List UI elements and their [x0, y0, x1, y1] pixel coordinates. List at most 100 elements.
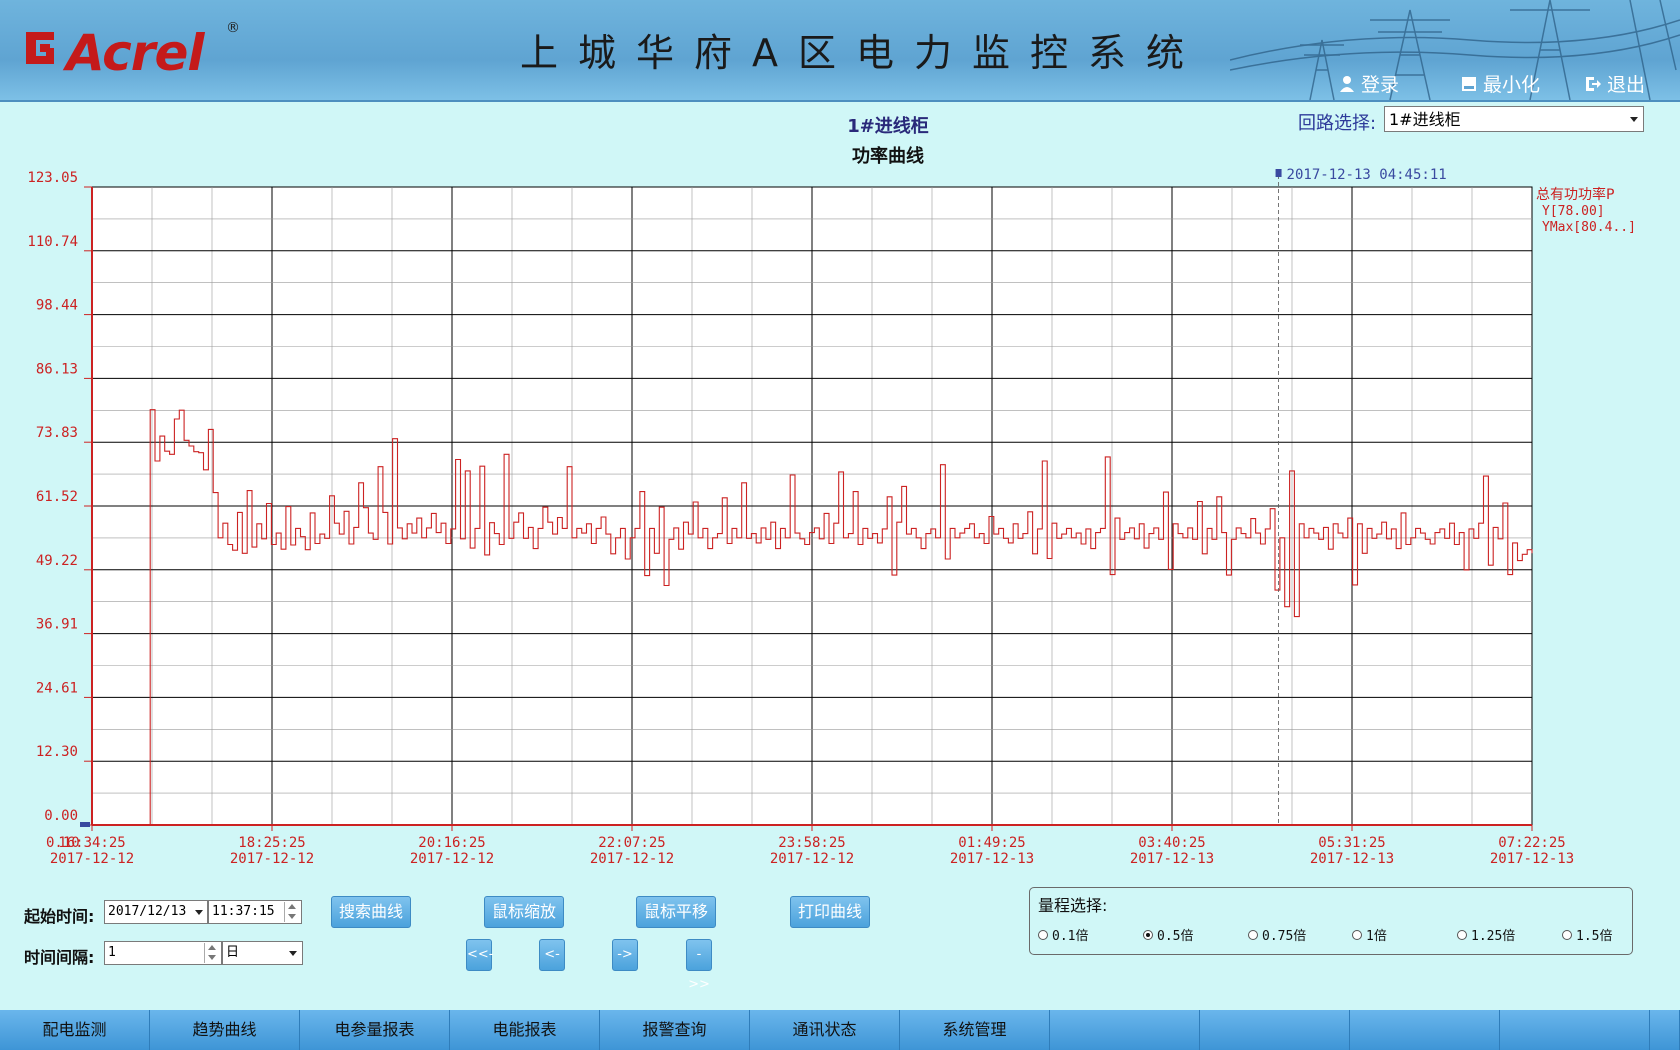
chevron-down-icon: [195, 910, 203, 915]
minimize-label: 最小化: [1483, 74, 1541, 96]
tab-param-report[interactable]: 电参量报表: [300, 1010, 450, 1050]
spinner-down-icon[interactable]: [288, 914, 296, 919]
logo-text: Acrel: [66, 24, 205, 82]
tab-distribution-monitor[interactable]: 配电监测: [0, 1010, 150, 1050]
print-curve-button[interactable]: 打印曲线: [790, 896, 870, 928]
start-date-input[interactable]: 2017/12/13: [104, 900, 208, 924]
tab-empty[interactable]: [1650, 1010, 1680, 1050]
legend-series-name: 总有功功率P: [1536, 186, 1614, 203]
interval-input[interactable]: 1: [104, 941, 222, 965]
tab-trend-curve[interactable]: 趋势曲线: [150, 1010, 300, 1050]
range-option-label: 0.1倍: [1052, 929, 1089, 944]
last-page-button[interactable]: ->>: [686, 939, 712, 992]
x-tick-time-label: 07:22:25: [1498, 835, 1565, 851]
tab-empty[interactable]: [1350, 1010, 1500, 1050]
x-tick-date-label: 2017-12-13: [950, 851, 1034, 867]
x-tick-date-label: 2017-12-12: [50, 851, 134, 867]
y-tick-label: 61.52: [36, 489, 78, 505]
tab-energy-report[interactable]: 电能报表: [450, 1010, 600, 1050]
system-title: 上城华府A区电力监控系统: [520, 31, 1204, 75]
range-selection-group: 量程选择: 0.1倍 0.5倍 0.75倍 1倍 1.25倍 1.5倍: [1029, 887, 1633, 955]
range-option-label: 0.5倍: [1157, 929, 1194, 944]
logo-mark-icon: [26, 32, 54, 64]
x-tick-time-label: 05:31:25: [1318, 835, 1385, 851]
y-tick-label: 24.61: [36, 680, 78, 696]
y-tick-label: 49.22: [36, 553, 78, 569]
cursor-handle-icon: [1275, 169, 1282, 177]
range-option-1-5[interactable]: 1.5倍: [1562, 925, 1612, 944]
radio-icon: [1038, 929, 1048, 940]
y-tick-label: 86.13: [36, 361, 78, 377]
user-icon: [1340, 75, 1354, 92]
range-option-1[interactable]: 1倍: [1352, 925, 1387, 944]
bottom-nav: 配电监测 趋势曲线 电参量报表 电能报表 报警查询 通讯状态 系统管理: [0, 1010, 1680, 1050]
range-option-0-75[interactable]: 0.75倍: [1248, 925, 1306, 944]
range-legend: 量程选择:: [1038, 896, 1108, 915]
login-button[interactable]: 登录: [1338, 70, 1399, 97]
axis-origin-marker-icon: [80, 822, 90, 827]
range-option-0-1[interactable]: 0.1倍: [1038, 925, 1088, 944]
y-tick-label: 73.83: [36, 425, 78, 441]
exit-button[interactable]: 退出: [1584, 70, 1645, 97]
radio-icon: [1562, 929, 1572, 940]
prev-page-button[interactable]: <-: [539, 939, 565, 971]
chevron-down-icon: [1630, 117, 1638, 122]
range-option-label: 0.75倍: [1262, 929, 1307, 944]
radio-selected-icon: [1143, 929, 1153, 940]
interval-spinner[interactable]: [204, 943, 219, 963]
loop-select-dropdown[interactable]: 1#进线柜: [1384, 106, 1644, 132]
chevron-down-icon: [289, 951, 297, 956]
x-tick-time-label: 18:25:25: [238, 835, 305, 851]
range-option-0-5[interactable]: 0.5倍: [1143, 925, 1193, 944]
first-page-button[interactable]: <<-: [466, 939, 493, 971]
x-tick-date-label: 2017-12-13: [1490, 851, 1574, 867]
start-time-input[interactable]: 11:37:15: [208, 900, 302, 924]
legend-ymax-value: YMax[80.4..]: [1542, 220, 1636, 235]
power-chart[interactable]: 0.00 12.30 24.61 36.91 49.22 61.52 73.83 86.13 9…: [0, 155, 1680, 875]
x-tick-time-label: 23:58:25: [778, 835, 845, 851]
legend-y-value: Y[78.00]: [1542, 204, 1605, 219]
start-time-label: 起始时间:: [24, 907, 95, 926]
exit-icon: [1586, 76, 1601, 91]
mouse-pan-button[interactable]: 鼠标平移: [636, 896, 716, 928]
minimize-button[interactable]: 最小化: [1460, 70, 1540, 97]
tab-system-admin[interactable]: 系统管理: [900, 1010, 1050, 1050]
exit-label: 退出: [1607, 74, 1646, 96]
range-option-label: 1.5倍: [1576, 929, 1613, 944]
loop-select-label: 回路选择:: [1298, 113, 1377, 134]
tab-empty[interactable]: [1050, 1010, 1200, 1050]
mouse-zoom-button[interactable]: 鼠标缩放: [484, 896, 564, 928]
x-tick-time-label: 22:07:25: [598, 835, 665, 851]
tab-empty[interactable]: [1500, 1010, 1650, 1050]
next-page-button[interactable]: ->: [612, 939, 638, 971]
interval-unit-select[interactable]: 日: [222, 941, 303, 965]
x-tick-date-label: 2017-12-12: [590, 851, 674, 867]
y-tick-label: 12.30: [36, 744, 78, 760]
search-curve-button[interactable]: 搜索曲线: [331, 896, 411, 928]
range-option-label: 1倍: [1366, 929, 1387, 944]
x-tick-time-label: 03:40:25: [1138, 835, 1205, 851]
radio-icon: [1248, 929, 1258, 940]
x-tick-date-label: 2017-12-12: [410, 851, 494, 867]
x-tick-date-label: 2017-12-12: [770, 851, 854, 867]
tab-comm-status[interactable]: 通讯状态: [750, 1010, 900, 1050]
spinner-down-icon[interactable]: [208, 955, 216, 960]
start-time-value: 11:37:15: [212, 904, 275, 919]
interval-label: 时间间隔:: [24, 948, 95, 967]
spinner-up-icon[interactable]: [288, 904, 296, 909]
spinner-up-icon[interactable]: [208, 945, 216, 950]
radio-icon: [1457, 929, 1467, 940]
x-tick-date-label: 2017-12-13: [1130, 851, 1214, 867]
loop-select-value: 1#进线柜: [1389, 110, 1461, 129]
logo-registered-mark: ®: [226, 20, 240, 36]
range-option-1-25[interactable]: 1.25倍: [1457, 925, 1515, 944]
start-date-value: 2017/12/13: [108, 904, 187, 919]
time-spinner[interactable]: [284, 902, 299, 922]
x-tick-date-label: 2017-12-12: [230, 851, 314, 867]
tab-empty[interactable]: [1200, 1010, 1350, 1050]
y-tick-label: 36.91: [36, 617, 78, 633]
y-axis-start-label: 0.10: [46, 835, 80, 851]
y-tick-label: 123.05: [27, 170, 78, 186]
tab-alarm-query[interactable]: 报警查询: [600, 1010, 750, 1050]
range-option-label: 1.25倍: [1471, 929, 1516, 944]
